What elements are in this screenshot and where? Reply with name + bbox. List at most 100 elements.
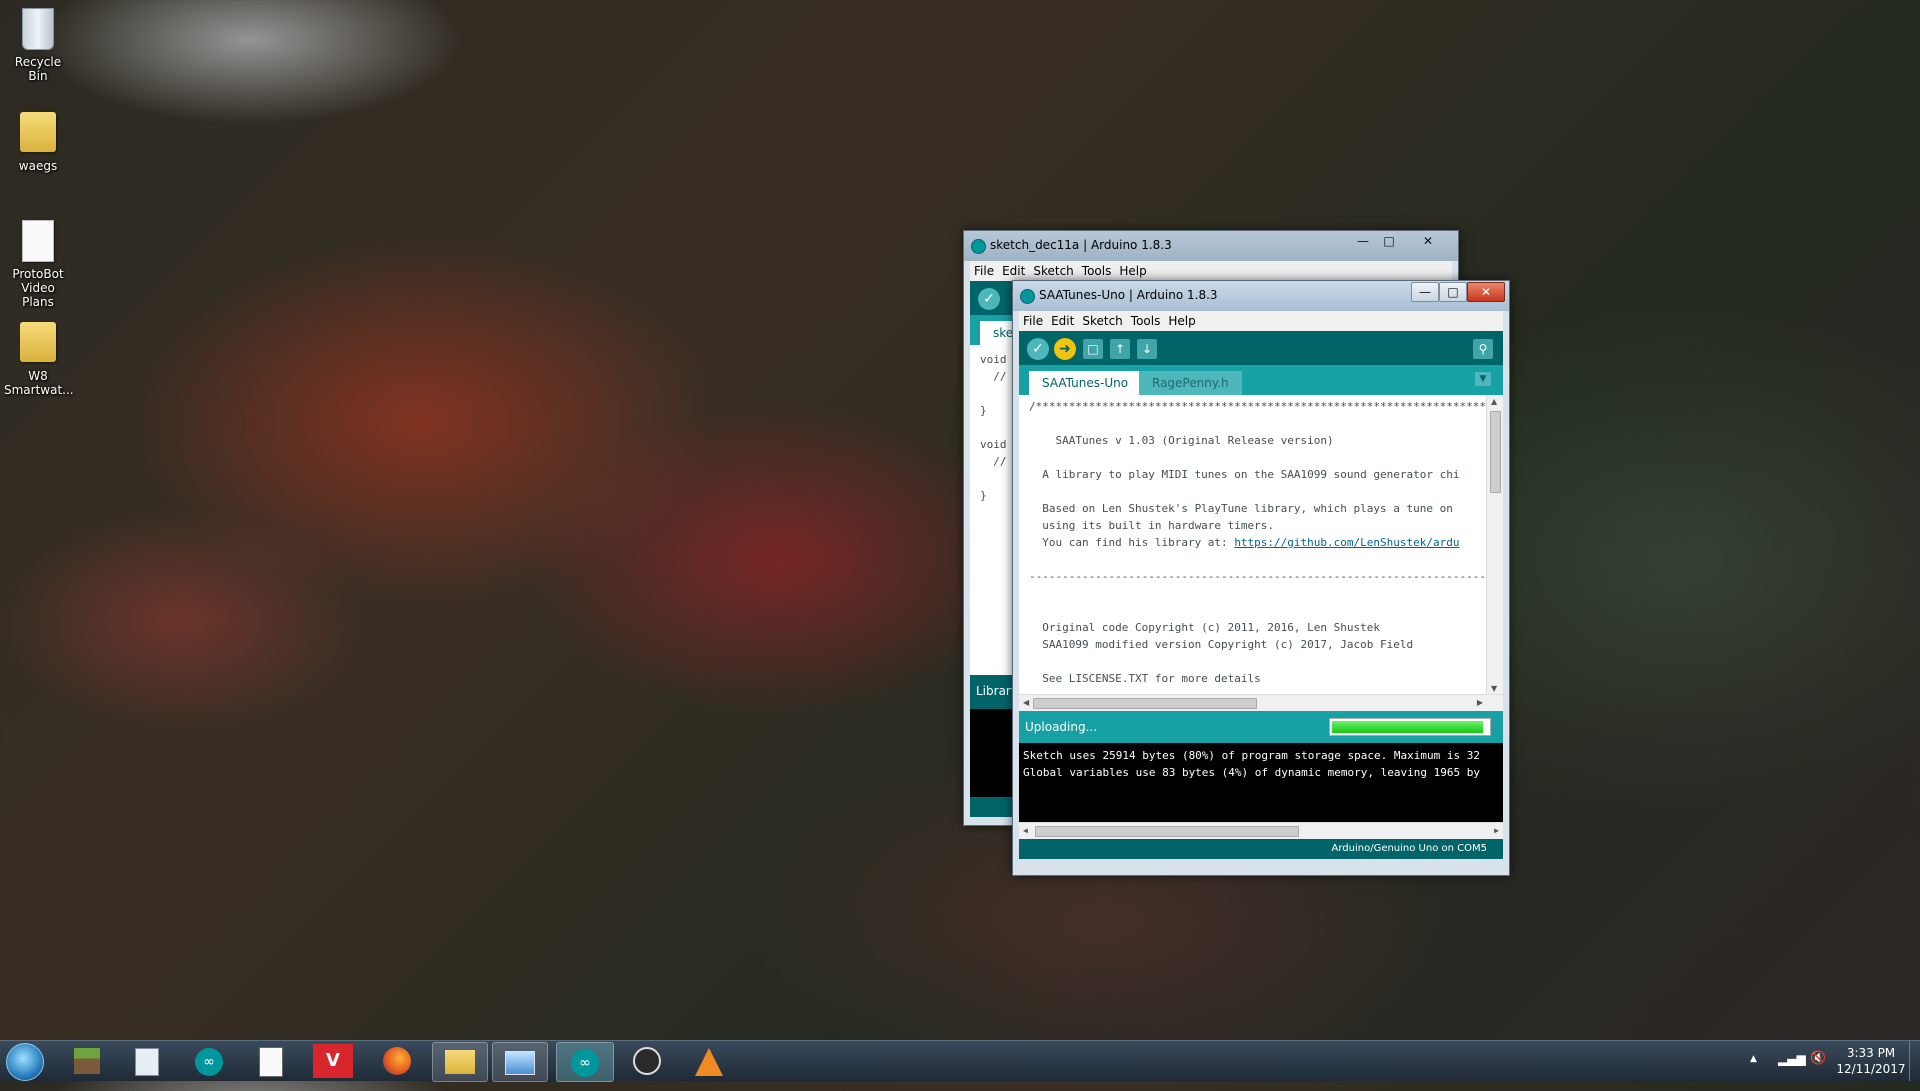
code-line: SAATunes v 1.03 (Original Release versio… xyxy=(1029,434,1334,447)
code-line: Original code Copyright (c) 2011, 2016, … xyxy=(1029,621,1380,634)
front-window-toolbar: ✓ ➜ □ ↑ ↓ ⚲ xyxy=(1019,331,1503,365)
menu-file[interactable]: File xyxy=(970,261,998,281)
clock-time: 3:33 PM xyxy=(1846,1046,1896,1060)
paint-icon xyxy=(135,1048,159,1076)
taskbar-paint[interactable] xyxy=(120,1042,174,1080)
menu-file[interactable]: File xyxy=(1019,311,1047,331)
editor-horizontal-scrollbar[interactable]: ◀ ▶ xyxy=(1019,694,1503,711)
taskbar-firefox[interactable] xyxy=(370,1042,424,1080)
arduino-icon xyxy=(1020,289,1035,304)
show-desktop-button[interactable] xyxy=(1909,1041,1920,1081)
desktop-icon-w8-smartwatch[interactable]: W8 Smartwat... xyxy=(4,320,74,397)
save-sketch-button[interactable]: ↓ xyxy=(1137,339,1157,359)
scroll-thumb[interactable] xyxy=(1033,698,1257,709)
tab-menu-chevron-down-icon[interactable]: ▼ xyxy=(1475,372,1491,386)
volume-muted-icon[interactable]: 🔇 xyxy=(1810,1051,1826,1066)
menu-sketch[interactable]: Sketch xyxy=(1078,311,1126,331)
editor-vertical-scrollbar[interactable]: ▲ ▼ xyxy=(1486,395,1503,695)
scroll-thumb[interactable] xyxy=(1035,826,1299,837)
progress-fill xyxy=(1332,721,1484,733)
menu-edit[interactable]: Edit xyxy=(1047,311,1078,331)
tab-ragepenny-h[interactable]: RagePenny.h xyxy=(1139,371,1242,395)
menu-edit[interactable]: Edit xyxy=(998,261,1029,281)
network-icon[interactable]: ▂▄▆ xyxy=(1778,1052,1806,1066)
show-hidden-icons-chevron-up-icon[interactable]: ▲ xyxy=(1750,1054,1757,1064)
scroll-left-icon[interactable]: ◀ xyxy=(1023,826,1028,835)
front-window-editor[interactable]: /***************************************… xyxy=(1019,395,1503,711)
board-port-label: Arduino/Genuino Uno on COM5 xyxy=(1331,843,1488,854)
folder-icon xyxy=(20,322,56,362)
status-text: Uploading... xyxy=(1025,720,1098,734)
minimize-button[interactable]: — xyxy=(1411,282,1439,302)
taskbar-explorer[interactable] xyxy=(432,1042,488,1082)
taskbar-minecraft[interactable] xyxy=(60,1042,114,1080)
desktop-icon-waegs[interactable]: waegs xyxy=(4,110,72,173)
back-window-title: sketch_dec11a | Arduino 1.8.3 xyxy=(990,238,1172,252)
upload-progress-bar xyxy=(1329,718,1491,736)
code-line: Based on Len Shustek's PlayTune library,… xyxy=(1029,502,1453,515)
desktop-icon-recycle-bin[interactable]: Recycle Bin xyxy=(4,6,72,83)
firefox-icon xyxy=(383,1047,411,1075)
desktop-icon-label: ProtoBot Video Plans xyxy=(12,267,64,309)
code-area[interactable]: /***************************************… xyxy=(1019,395,1487,695)
folder-icon xyxy=(20,112,56,152)
scroll-down-icon[interactable]: ▼ xyxy=(1491,684,1497,693)
start-button[interactable] xyxy=(6,1043,44,1081)
recycle-bin-icon xyxy=(22,8,54,50)
close-button[interactable]: ✕ xyxy=(1406,232,1450,250)
minimize-button[interactable]: — xyxy=(1350,232,1376,250)
taskbar-vivaldi[interactable]: V xyxy=(306,1042,360,1080)
menu-help[interactable]: Help xyxy=(1115,261,1150,281)
code-text: You can find his library at: xyxy=(1029,536,1235,549)
clock[interactable]: 3:33 PM 12/11/2017 xyxy=(1836,1045,1906,1077)
vivaldi-icon: V xyxy=(313,1044,353,1078)
library-link[interactable]: https://github.com/LenShustek/ardu xyxy=(1234,536,1459,549)
desktop-icon-protobot[interactable]: ProtoBot Video Plans xyxy=(4,218,72,309)
back-window-menubar: File Edit Sketch Tools Help xyxy=(970,261,1452,281)
verify-button[interactable]: ✓ xyxy=(1027,338,1049,360)
taskbar: ∞ V ∞ ▲ ▂▄▆ 🔇 3:33 PM 12/11/2017 xyxy=(0,1040,1920,1082)
close-button[interactable]: ✕ xyxy=(1467,282,1505,302)
front-window-titlebar[interactable]: SAATunes-Uno | Arduino 1.8.3 — □ ✕ xyxy=(1013,281,1509,311)
front-arduino-window[interactable]: SAATunes-Uno | Arduino 1.8.3 — □ ✕ File E… xyxy=(1012,280,1510,876)
scroll-left-icon[interactable]: ◀ xyxy=(1023,698,1029,707)
upload-button[interactable]: ➜ xyxy=(1054,338,1076,360)
explorer-icon xyxy=(445,1050,475,1074)
new-sketch-button[interactable]: □ xyxy=(1083,339,1103,359)
back-window-titlebar[interactable]: sketch_dec11a | Arduino 1.8.3 — □ ✕ xyxy=(964,231,1458,261)
maximize-button[interactable]: □ xyxy=(1439,282,1467,302)
desktop-icon-label: waegs xyxy=(18,159,58,173)
front-window-console[interactable]: Sketch uses 25914 bytes (80%) of program… xyxy=(1019,743,1503,839)
console-horizontal-scrollbar[interactable]: ◀ ▶ xyxy=(1019,822,1503,839)
console-line: Global variables use 83 bytes (4%) of dy… xyxy=(1023,766,1480,779)
front-window-title: SAATunes-Uno | Arduino 1.8.3 xyxy=(1039,288,1218,302)
code-line: You can find his library at: https://git… xyxy=(1029,534,1487,551)
scroll-up-icon[interactable]: ▲ xyxy=(1491,397,1497,406)
code-line: /***************************************… xyxy=(1029,400,1487,413)
taskbar-obs[interactable] xyxy=(620,1042,674,1080)
scroll-right-icon[interactable]: ▶ xyxy=(1494,826,1499,835)
menu-help[interactable]: Help xyxy=(1164,311,1199,331)
code-line: A library to play MIDI tunes on the SAA1… xyxy=(1029,468,1460,481)
scroll-right-icon[interactable]: ▶ xyxy=(1477,698,1483,707)
taskbar-remote-desktop[interactable] xyxy=(492,1042,548,1082)
taskbar-vlc[interactable] xyxy=(682,1042,736,1080)
open-sketch-button[interactable]: ↑ xyxy=(1110,339,1130,359)
menu-tools[interactable]: Tools xyxy=(1127,311,1165,331)
taskbar-arduino-active[interactable]: ∞ xyxy=(556,1042,614,1082)
system-tray: ▲ ▂▄▆ 🔇 3:33 PM 12/11/2017 xyxy=(1750,1041,1920,1081)
clock-date: 12/11/2017 xyxy=(1836,1062,1906,1076)
desktop-icon-label: Recycle Bin xyxy=(14,55,62,83)
tab-saatunes-uno[interactable]: SAATunes-Uno xyxy=(1029,371,1142,395)
maximize-button[interactable]: □ xyxy=(1376,232,1402,250)
serial-monitor-icon[interactable]: ⚲ xyxy=(1473,339,1493,359)
menu-tools[interactable]: Tools xyxy=(1078,261,1116,281)
scroll-thumb[interactable] xyxy=(1490,411,1501,493)
code-line: ----------------------------------------… xyxy=(1029,570,1487,583)
minecraft-icon xyxy=(74,1048,100,1074)
arduino-icon xyxy=(971,239,986,254)
verify-button[interactable]: ✓ xyxy=(978,288,1000,310)
taskbar-arduino[interactable]: ∞ xyxy=(182,1042,236,1080)
menu-sketch[interactable]: Sketch xyxy=(1029,261,1077,281)
taskbar-document[interactable] xyxy=(244,1042,298,1080)
